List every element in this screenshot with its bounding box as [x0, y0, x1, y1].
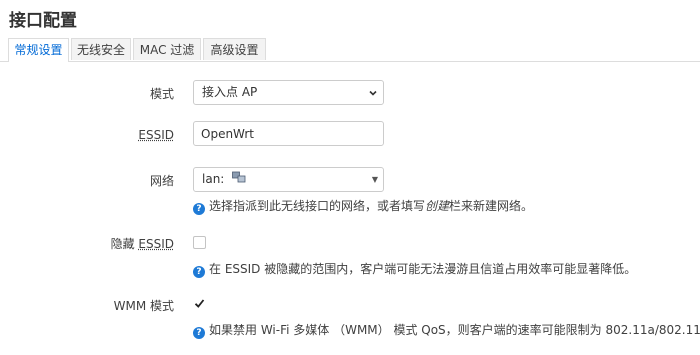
- network-interface-icon: [232, 168, 246, 191]
- network-select[interactable]: lan: ▼: [193, 167, 384, 192]
- checkmark-icon: [194, 299, 205, 308]
- network-label: 网络: [149, 174, 174, 188]
- hide-essid-label-essid: ESSID: [138, 237, 174, 251]
- question-circle-icon: ?: [193, 266, 205, 278]
- mode-select-value: 接入点 AP: [202, 85, 258, 99]
- question-circle-icon: ?: [193, 327, 205, 339]
- question-circle-icon: ?: [193, 203, 205, 215]
- network-help-text: 选择指派到此无线接口的网络，或者填写: [209, 199, 426, 213]
- wmm-checkbox[interactable]: [193, 297, 206, 310]
- tab-wireless-security[interactable]: 无线安全: [71, 38, 131, 60]
- chevron-down-icon: [369, 90, 377, 96]
- tab-mac-filter[interactable]: MAC 过滤: [133, 38, 201, 60]
- tab-advanced[interactable]: 高级设置: [203, 38, 266, 60]
- page-title: 接口配置: [9, 11, 77, 31]
- network-select-value: lan:: [202, 172, 225, 186]
- chevron-down-icon: ▼: [371, 175, 378, 184]
- essid-input[interactable]: [193, 121, 384, 146]
- mode-label: 模式: [149, 87, 174, 101]
- hide-essid-label: 隐藏 ESSID: [111, 235, 174, 252]
- tab-general[interactable]: 常规设置: [8, 38, 69, 62]
- tab-bar: 常规设置 无线安全 MAC 过滤 高级设置: [0, 38, 700, 62]
- network-help-create: 创建: [425, 199, 450, 213]
- hide-essid-label-prefix: 隐藏: [110, 237, 139, 251]
- wmm-label: WMM 模式: [113, 299, 174, 313]
- wmm-help: ? 如果禁用 Wi-Fi 多媒体 （WMM） 模式 QoS，则客户端的速率可能限制…: [193, 321, 700, 339]
- mode-select[interactable]: 接入点 AP: [193, 80, 384, 105]
- essid-label: ESSID: [138, 128, 174, 142]
- hide-essid-help: ? 在 ESSID 被隐藏的范围内，客户端可能无法漫游且信道占用效率可能显著降低。: [193, 260, 636, 278]
- hide-essid-help-text: 在 ESSID 被隐藏的范围内，客户端可能无法漫游且信道占用效率可能显著降低。: [209, 262, 637, 276]
- network-help-suffix: 栏来新建网络。: [449, 199, 534, 213]
- hide-essid-checkbox[interactable]: [193, 236, 206, 249]
- wmm-help-text: 如果禁用 Wi-Fi 多媒体 （WMM） 模式 QoS，则客户端的速率可能限制为…: [209, 323, 700, 337]
- network-help: ? 选择指派到此无线接口的网络，或者填写创建栏来新建网络。: [193, 197, 533, 215]
